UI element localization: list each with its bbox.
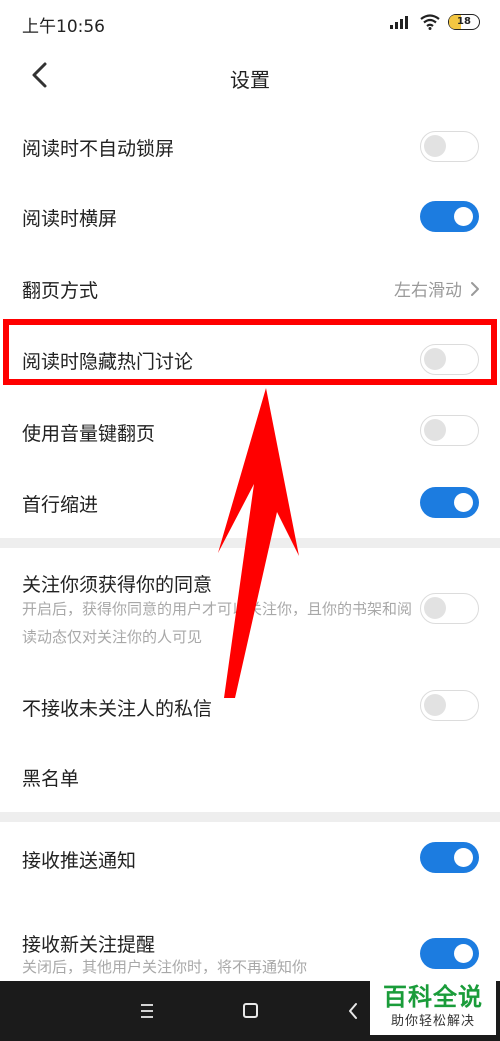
- back-icon[interactable]: [346, 1001, 360, 1021]
- setting-volume-key-turn: 使用音量键翻页: [0, 394, 500, 466]
- follow-consent-toggle[interactable]: [420, 593, 479, 624]
- signal-icon: [390, 15, 412, 29]
- landscape-toggle[interactable]: [420, 201, 479, 232]
- setting-first-line-indent: 首行缩进: [0, 466, 500, 538]
- section-divider: [0, 812, 500, 822]
- setting-blacklist[interactable]: 黑名单: [0, 742, 500, 812]
- battery-icon: 18: [448, 14, 480, 30]
- setting-label: 使用音量键翻页: [22, 423, 156, 445]
- no-stranger-dm-toggle[interactable]: [420, 690, 479, 721]
- new-follower-alert-toggle[interactable]: [420, 938, 479, 969]
- page-turn-value: 左右滑动: [394, 281, 462, 301]
- menu-icon[interactable]: [138, 1001, 156, 1021]
- toggle-knob: [424, 694, 446, 716]
- setting-push-notifications: 接收推送通知: [0, 822, 500, 900]
- setting-landscape: 阅读时横屏: [0, 182, 500, 254]
- toggle-knob: [454, 944, 473, 963]
- setting-description: 开启后，获得你同意的用户才可以关注你，且你的书架和阅读动态仅对关注你的人可见: [22, 600, 413, 646]
- toggle-knob: [424, 597, 446, 619]
- watermark-title: 百科全说: [383, 983, 483, 1011]
- setting-page-turn[interactable]: 翻页方式 左右滑动: [0, 254, 500, 322]
- setting-label: 黑名单: [22, 768, 80, 790]
- volume-key-turn-toggle[interactable]: [420, 415, 479, 446]
- setting-follow-consent: 关注你须获得你的同意 开启后，获得你同意的用户才可以关注你，且你的书架和阅读动态…: [0, 548, 500, 666]
- toggle-knob: [424, 419, 446, 441]
- setting-label: 接收推送通知: [22, 850, 137, 872]
- setting-label: 关注你须获得你的同意: [22, 574, 213, 596]
- setting-label: 首行缩进: [22, 494, 99, 516]
- header: 设置: [0, 44, 500, 108]
- toggle-knob: [454, 207, 473, 226]
- no-auto-lock-toggle[interactable]: [420, 131, 479, 162]
- battery-level: 18: [457, 16, 471, 27]
- status-bar: 上午10:56 18: [0, 0, 500, 44]
- setting-label: 不接收未关注人的私信: [22, 698, 213, 720]
- page-title: 设置: [230, 68, 270, 92]
- toggle-knob: [424, 135, 446, 157]
- setting-description: 关闭后，其他用户关注你时，将不再通知你: [22, 958, 308, 976]
- setting-label: 阅读时不自动锁屏: [22, 138, 175, 160]
- setting-new-follower-alert: 接收新关注提醒 关闭后，其他用户关注你时，将不再通知你: [0, 900, 500, 981]
- push-notifications-toggle[interactable]: [420, 842, 479, 873]
- first-line-indent-toggle[interactable]: [420, 487, 479, 518]
- toggle-knob: [454, 848, 473, 867]
- highlight-box: [3, 319, 497, 385]
- setting-no-stranger-dm: 不接收未关注人的私信: [0, 666, 500, 742]
- setting-label: 阅读时横屏: [22, 208, 118, 230]
- wifi-icon: [420, 14, 440, 30]
- watermark: 百科全说 助你轻松解决: [370, 981, 496, 1035]
- setting-label: 翻页方式: [22, 280, 99, 302]
- chevron-right-icon: [471, 281, 479, 296]
- status-icons: 18: [390, 12, 480, 32]
- status-time: 上午10:56: [22, 17, 105, 37]
- toggle-knob: [454, 493, 473, 512]
- home-icon[interactable]: [243, 1003, 258, 1018]
- section-divider: [0, 538, 500, 548]
- setting-no-auto-lock: 阅读时不自动锁屏: [0, 110, 500, 182]
- watermark-subtitle: 助你轻松解决: [390, 1014, 475, 1029]
- page-turn-value-group[interactable]: 左右滑动: [394, 276, 480, 301]
